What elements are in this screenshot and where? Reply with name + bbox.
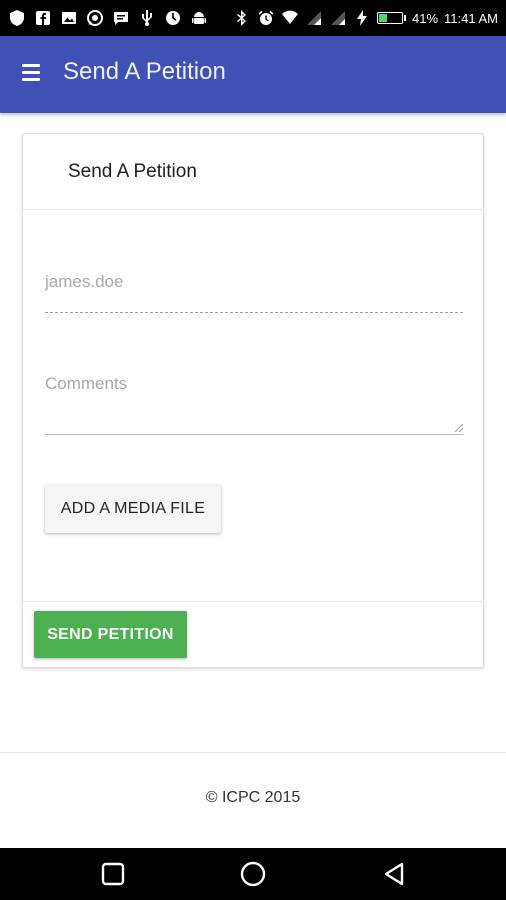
signal-icon	[329, 9, 347, 27]
clock-icon	[164, 9, 182, 27]
whatsapp-icon	[86, 9, 104, 27]
username-field	[45, 272, 463, 313]
usb-icon	[138, 9, 156, 27]
image-icon	[60, 9, 78, 27]
hamburger-menu-icon[interactable]	[22, 64, 40, 84]
petition-card: Send A Petition ADD A MEDIA FILE SEND PE…	[22, 133, 484, 668]
shield-icon	[8, 9, 26, 27]
navigation-bar	[0, 848, 506, 900]
resize-grip-icon[interactable]	[455, 424, 463, 432]
status-bar: 41% 11:41 AM	[0, 0, 506, 36]
comments-textarea[interactable]	[45, 374, 463, 430]
status-time: 11:41 AM	[444, 10, 498, 26]
notification-icons	[8, 0, 208, 36]
back-icon[interactable]	[381, 860, 409, 888]
signal-icon	[305, 9, 323, 27]
recents-icon[interactable]	[99, 860, 127, 888]
comments-field	[45, 374, 463, 435]
copyright-text: © ICPC 2015	[205, 789, 301, 806]
message-icon	[112, 9, 130, 27]
battery-icon	[377, 12, 406, 24]
home-icon[interactable]	[239, 860, 267, 888]
card-header: Send A Petition	[23, 134, 483, 210]
username-input[interactable]	[45, 272, 463, 292]
card-divider	[23, 601, 483, 602]
system-icons: 41% 11:41 AM	[233, 0, 498, 36]
app-bar-title: Send A Petition	[63, 58, 226, 85]
battery-percentage: 41%	[412, 10, 439, 26]
page-footer: © ICPC 2015	[0, 752, 506, 849]
card-title: Send A Petition	[68, 161, 197, 182]
alarm-icon	[257, 9, 275, 27]
charging-icon	[353, 9, 371, 27]
android-icon	[190, 9, 208, 27]
bluetooth-icon	[233, 9, 251, 27]
wifi-icon	[281, 9, 299, 27]
send-petition-button[interactable]: SEND PETITION	[34, 611, 187, 658]
facebook-icon	[34, 9, 52, 27]
app-bar: Send A Petition	[0, 36, 506, 113]
add-media-file-button[interactable]: ADD A MEDIA FILE	[45, 485, 221, 533]
